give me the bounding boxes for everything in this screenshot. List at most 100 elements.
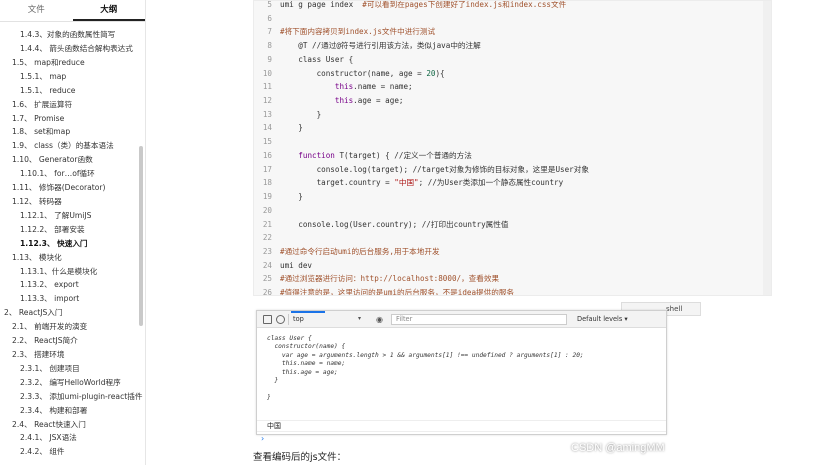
code-line: 21 console.log(User.country); //打印出count… [254,218,771,232]
code-text: class User { [280,53,353,67]
code-line: 6 [254,12,771,26]
outline-item[interactable]: 2.3.1、 创建项目 [0,362,145,376]
outline-item[interactable]: 1.5、 map和reduce [0,56,145,70]
console-code-line: } [267,393,271,401]
code-text: #值得注意的是，这里访问的是umi的后台服务，不是idea提供的服务 [280,286,515,296]
code-token: umi g page index [280,0,363,9]
code-token: "中国" [394,178,419,188]
outline-item[interactable]: 1.7、 Promise [0,112,145,126]
line-number: 12 [262,96,272,106]
outline-item[interactable]: 1.12.1、 了解UmiJS [0,209,145,223]
outline-item[interactable]: 1.4.3、对象的函数属性简写 [0,28,145,42]
code-line: 22 [254,231,771,245]
code-text: #通过浏览器进行访问：http://localhost:8000/，查看效果 [280,272,499,286]
console-prompt-icon: › [261,434,265,443]
line-number: 15 [262,137,272,147]
outline-item[interactable]: 1.10.1、 for…of循环 [0,167,145,181]
line-number: 24 [262,260,272,270]
outline-item[interactable]: 2.4、 React快速入门 [0,418,145,432]
outline-item[interactable]: 1.12.3、 快速入门 [0,237,145,251]
outline-item[interactable]: 2、 ReactJS入门 [0,306,145,320]
line-number: 10 [262,68,272,78]
line-number: 9 [267,54,272,64]
code-line: 15 [254,135,771,149]
code-text: umi dev [280,259,312,273]
line-number: 5 [267,0,272,9]
outline-item[interactable]: 1.9、 class（类）的基本语法 [0,139,145,153]
outline-item[interactable]: 2.4.1、 JSX语法 [0,431,145,445]
line-number: 14 [262,123,272,133]
console-code-line: constructor(name) { [267,343,346,351]
code-token: function [298,150,335,160]
line-number: 25 [262,274,272,284]
outline-list: 1.4.3、对象的函数属性简写 1.4.4、 箭头函数结合解构表达式 1.5、 ma… [0,22,145,459]
outline-item[interactable]: 1.10、 Generator函数 [0,153,145,167]
code-text: function T(target) { //定义一个普通的方法 [280,149,472,163]
console-code-line: } [267,376,279,384]
code-token: #通过命令行启动umi的后台服务,用于本地开发 [280,246,440,256]
outline-item[interactable]: 1.12.2、 部署安装 [0,223,145,237]
code-line: 8 @T //通过@符号进行引用该方法，类似java中的注解 [254,39,771,53]
outline-item[interactable]: 1.13、 模块化 [0,251,145,265]
code-block[interactable]: 26 #值得注意的是，这里访问的是umi的后台服务，不是idea提供的服务 25 #通… [253,0,772,296]
code-line: 24 umi dev [254,259,771,273]
code-line: 17 console.log(target); //target对象为修饰的目标… [254,163,771,177]
code-text: } [280,121,303,135]
tab-outline[interactable]: 大纲 [72,0,145,21]
clear-console-icon [276,315,285,324]
code-text: umi g page index #可以看到在pages下创建好了index.j… [280,0,566,12]
outline-item[interactable]: 2.1、 前端开发的演变 [0,320,145,334]
code-token: .age = age; [353,96,404,106]
code-text: } [280,108,322,122]
code-line: 10 constructor(name, age = 20){ [254,67,771,81]
outline-sidebar: 文件 大纲 1.4.3、对象的函数属性简写 1.4.4、 箭头函数结合解构表达式 1… [0,0,146,465]
log-levels-dropdown: Default levels ▾ [577,315,628,323]
outline-item[interactable]: 2.3.2、 编写HelloWorld程序 [0,376,145,390]
outline-item[interactable]: 1.5.1、 map [0,70,145,84]
filter-input: Filter [391,314,567,325]
code-line: 5 umi g page index #可以看到在pages下创建好了index.… [254,0,771,12]
tab-files[interactable]: 文件 [0,0,73,21]
outline-item[interactable]: 2.4.2、 组件 [0,445,145,459]
outline-item[interactable]: 2.3.3、 添加umi-plugin-react插件 [0,390,145,404]
console-logged-class: class User { constructor(name) { var age… [267,335,657,402]
outline-item[interactable]: 2.3.4、 构建和部署 [0,404,145,418]
outline-item[interactable]: 1.5.1、 reduce [0,84,145,98]
outline-item[interactable]: 1.6、 扩展运算符 [0,98,145,112]
outline-item[interactable]: 1.4.4、 箭头函数结合解构表达式 [0,42,145,56]
sidebar-scrollbar[interactable] [139,146,143,326]
line-number: 22 [262,233,272,243]
line-number: 21 [262,219,272,229]
code-line: 23 #通过命令行启动umi的后台服务,用于本地开发 [254,245,771,259]
code-line: 25 #通过浏览器进行访问：http://localhost:8000/，查看效果 [254,272,771,286]
sidebar-tabs: 文件 大纲 [0,0,145,22]
outline-item[interactable]: 1.12、 转码器 [0,195,145,209]
line-number: 20 [262,205,272,215]
outline-item[interactable]: 1.13.2、 export [0,278,145,292]
line-number: 18 [262,178,272,188]
outline-item[interactable]: 1.11、 修饰器(Decorator) [0,181,145,195]
code-text: constructor(name, age = 20){ [280,67,445,81]
code-text: this.age = age; [280,94,404,108]
code-text: console.log(User.country); //打印出country属… [280,218,508,232]
code-token: } [280,109,322,119]
outline-item[interactable]: 2.2、 ReactJS简介 [0,334,145,348]
context-selector: top [291,314,365,325]
code-token: } [280,192,303,202]
line-number: 26 [262,288,272,296]
code-line: 11 this.name = name; [254,80,771,94]
line-number: 23 [262,246,272,256]
code-text: #将下面内容拷贝到index.js文件中进行测试 [280,25,435,39]
active-tab-indicator [291,311,325,313]
outline-item[interactable]: 1.13.1、什么是模块化 [0,265,145,279]
sidebar-toggle-icon [263,315,272,324]
code-block-scrollbar[interactable] [763,1,771,295]
outline-item[interactable]: 1.8、 set和map [0,125,145,139]
paragraph-text: 查看编码后的js文件： [253,452,347,463]
code-line: 7 #将下面内容拷贝到index.js文件中进行测试 [254,25,771,39]
outline-item[interactable]: 2.3、 搭建环境 [0,348,145,362]
outline-item[interactable]: 1.13.3、 import [0,292,145,306]
code-token: #值得注意的是，这里访问的是umi的后台服务，不是idea提供的服务 [280,288,515,296]
code-token: class User { [280,54,354,64]
